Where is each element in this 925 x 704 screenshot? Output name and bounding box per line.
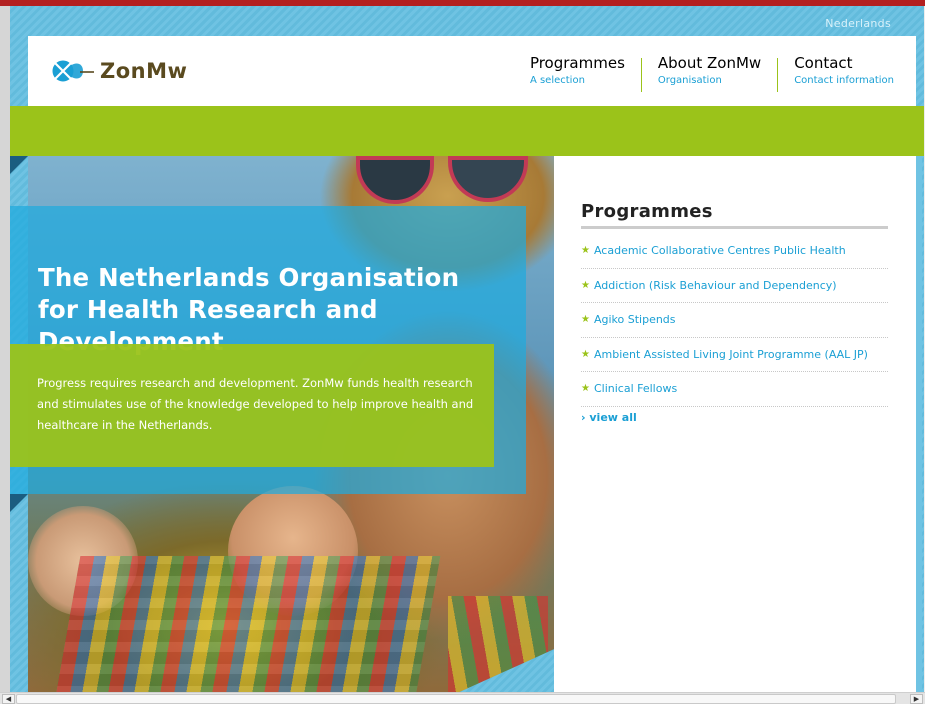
decorative-corner xyxy=(10,156,28,174)
list-item: ★ Addiction (Risk Behaviour and Dependen… xyxy=(581,269,888,303)
programmes-list: ★ Academic Collaborative Centres Public … xyxy=(581,234,888,407)
chevron-right-icon: › xyxy=(581,411,586,424)
view-all-label: view all xyxy=(589,411,637,424)
list-item: ★ Clinical Fellows xyxy=(581,372,888,407)
scrollbar-thumb[interactable] xyxy=(16,694,896,704)
nav-item-programmes[interactable]: Programmes A selection xyxy=(514,54,641,86)
site-logo[interactable]: ZonMw xyxy=(50,56,187,86)
nav-item-about[interactable]: About ZonMw Organisation xyxy=(642,54,777,86)
zonmw-logo-icon xyxy=(51,59,94,83)
main-navigation: Programmes A selection About ZonMw Organ… xyxy=(514,54,894,92)
green-banner-band xyxy=(10,106,924,156)
logo-text: ZonMw xyxy=(100,59,188,83)
list-item: ★ Ambient Assisted Living Joint Programm… xyxy=(581,338,888,372)
star-icon: ★ xyxy=(581,314,590,326)
star-icon: ★ xyxy=(581,348,590,360)
list-item: ★ Agiko Stipends xyxy=(581,303,888,338)
programme-link[interactable]: Clinical Fellows xyxy=(594,382,677,395)
programme-link[interactable]: Academic Collaborative Centres Public He… xyxy=(594,244,846,257)
language-switch-link[interactable]: Nederlands xyxy=(825,17,891,30)
photo-detail xyxy=(448,156,528,202)
programme-link[interactable]: Ambient Assisted Living Joint Programme … xyxy=(594,348,868,361)
nav-item-contact[interactable]: Contact Contact information xyxy=(778,54,894,86)
photo-detail xyxy=(55,556,441,692)
nav-title: Programmes xyxy=(529,54,625,72)
hero-description: Progress requires research and developme… xyxy=(37,376,474,432)
decorative-corner xyxy=(10,494,28,512)
programme-link[interactable]: Agiko Stipends xyxy=(594,313,676,326)
star-icon: ★ xyxy=(581,245,590,257)
view-all-link[interactable]: › view all xyxy=(581,411,637,424)
nav-subtitle: Organisation xyxy=(657,75,722,86)
photo-detail xyxy=(356,156,434,204)
nav-subtitle: A selection xyxy=(529,75,585,86)
scroll-right-arrow-icon[interactable]: ▶ xyxy=(910,694,923,704)
list-item: ★ Academic Collaborative Centres Public … xyxy=(581,234,888,269)
programmes-panel: Programmes ★ Academic Collaborative Cent… xyxy=(554,156,916,692)
window-left-gutter xyxy=(0,6,10,692)
nav-title: Contact xyxy=(794,54,853,72)
programme-link[interactable]: Addiction (Risk Behaviour and Dependency… xyxy=(594,279,837,292)
divider xyxy=(581,226,888,229)
programmes-heading: Programmes xyxy=(581,201,713,222)
scroll-left-arrow-icon[interactable]: ◀ xyxy=(2,694,15,704)
star-icon: ★ xyxy=(581,279,590,291)
nav-title: About ZonMw xyxy=(657,54,762,72)
site-header: ZonMw Programmes A selection About ZonMw… xyxy=(28,36,916,106)
nav-subtitle: Contact information xyxy=(794,75,894,86)
star-icon: ★ xyxy=(581,383,590,395)
